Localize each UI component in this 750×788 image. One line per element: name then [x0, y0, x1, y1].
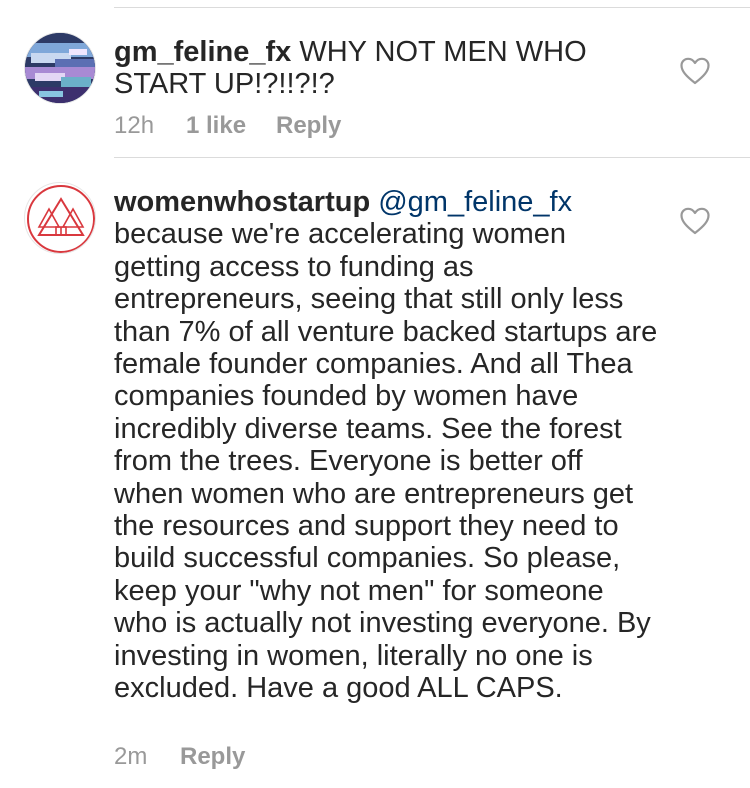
- comment-likes[interactable]: 1 like: [186, 112, 276, 140]
- avatar[interactable]: [24, 32, 96, 104]
- top-divider: [114, 7, 750, 8]
- heart-outline-icon[interactable]: [680, 57, 710, 85]
- comment-mention[interactable]: @gm_feline_fx: [378, 186, 572, 218]
- red-triangle-logo-avatar: [27, 185, 95, 253]
- comment-text: womenwhostartup @gm_feline_fx because we'…: [114, 186, 659, 705]
- comment-meta: 12h 1 like Reply: [114, 112, 341, 140]
- comment-text: gm_feline_fx WHY NOT MEN WHO START UP!?!…: [114, 36, 659, 101]
- comment-body: because we're accelerating women getting…: [114, 218, 658, 705]
- comment-time: 12h: [114, 112, 155, 139]
- avatar[interactable]: [24, 182, 96, 254]
- comment-divider: [114, 157, 750, 158]
- glitch-art-avatar: [25, 33, 95, 103]
- comment-time: 2m: [114, 743, 148, 770]
- comment-username[interactable]: womenwhostartup: [114, 186, 370, 218]
- reply-button[interactable]: Reply: [276, 112, 341, 140]
- comment-meta: 2m Reply: [114, 743, 245, 771]
- reply-button[interactable]: Reply: [180, 743, 245, 771]
- comment-username[interactable]: gm_feline_fx: [114, 36, 291, 68]
- heart-outline-icon[interactable]: [680, 207, 710, 235]
